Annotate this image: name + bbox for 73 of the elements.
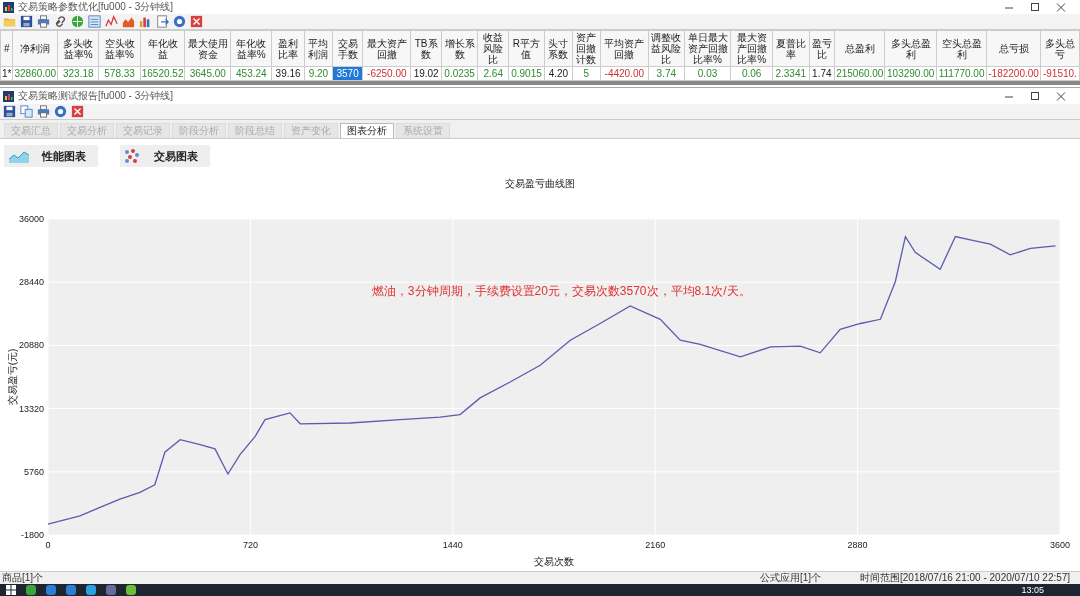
chart-type-button[interactable]: 交易图表	[120, 145, 210, 167]
column-header[interactable]: 年化收益	[140, 30, 185, 67]
x-tick-label: 2880	[847, 540, 868, 550]
column-header[interactable]: 最大使用资金	[185, 30, 231, 67]
close-icon[interactable]	[1055, 1, 1067, 13]
list-icon[interactable]	[87, 14, 102, 29]
column-header[interactable]: TB系数	[410, 30, 442, 67]
column-header[interactable]: 增长系数	[441, 30, 478, 67]
column-header[interactable]: 净利润	[12, 30, 58, 67]
x-tick-label: 2160	[645, 540, 666, 550]
column-header[interactable]: 多头总盈利	[884, 30, 937, 67]
tab[interactable]: 图表分析	[340, 123, 394, 138]
status-text: 公式应用[1]个	[760, 571, 823, 585]
status-text: 时间范围[2018/07/16 21:00 - 2020/07/10 22:57]	[860, 571, 1072, 585]
link-icon[interactable]	[53, 14, 68, 29]
y-tick-label: 28440	[18, 277, 44, 288]
maximize-icon[interactable]	[1029, 1, 1041, 13]
column-header[interactable]: #	[0, 30, 13, 67]
line-chart-icon[interactable]	[104, 14, 119, 29]
column-header[interactable]: 交易手数	[332, 30, 363, 67]
x-tick-label: 720	[242, 540, 258, 550]
y-tick-label: 20880	[18, 340, 44, 351]
copy-icon[interactable]	[19, 104, 34, 119]
x-axis-label: 交易次数	[534, 556, 574, 567]
y-tick-label: 13320	[18, 403, 44, 414]
disk-icon[interactable]	[19, 14, 34, 29]
column-header[interactable]: 盈亏比	[809, 30, 835, 67]
column-header[interactable]: 调整收益风险比	[648, 30, 685, 67]
column-header[interactable]: 平均资产回撤	[600, 30, 649, 67]
column-header[interactable]: 头寸系数	[544, 30, 573, 67]
window-title: 交易策略测试报告[fu000 - 3分钟线]	[18, 89, 175, 103]
y-tick-label: -1800	[20, 530, 44, 540]
column-header[interactable]: 平均利润	[304, 30, 333, 67]
chart-title: 交易盈亏曲线图	[505, 178, 575, 189]
window-title: 交易策略参数优化[fu000 - 3分钟线]	[18, 0, 175, 14]
scatter-icon	[124, 148, 142, 164]
close-icon[interactable]	[1055, 90, 1067, 102]
column-header[interactable]: 空头收益率%	[98, 30, 141, 67]
column-header[interactable]: 盈利比率	[271, 30, 305, 67]
column-header[interactable]: 多头收益率%	[57, 30, 99, 67]
app-icon	[3, 90, 14, 102]
app-icon	[3, 1, 14, 13]
windows-icon[interactable]	[6, 585, 16, 595]
column-header[interactable]: 最大资产回撤	[362, 30, 411, 67]
column-header[interactable]: 资产回撤计数	[572, 30, 601, 67]
chart-annotation: 燃油，3分钟周期，手续费设置20元，交易次数3570次，平均8.1次/天。	[371, 283, 751, 298]
status-text: 商品[1]个	[1, 571, 45, 585]
x-tick-label: 1440	[442, 540, 463, 550]
x-tick-label: 0	[45, 540, 51, 550]
column-header[interactable]: 年化收益率%	[230, 30, 272, 67]
y-tick-label: 36000	[18, 214, 44, 224]
column-header[interactable]: 总盈利	[834, 30, 885, 67]
close-icon[interactable]	[189, 14, 204, 29]
column-header[interactable]: R平方值	[508, 30, 545, 67]
column-header[interactable]: 总亏损	[986, 30, 1041, 67]
export-icon[interactable]	[155, 14, 170, 29]
globe-icon[interactable]	[70, 14, 85, 29]
x-tick-label: 3600	[1050, 540, 1070, 550]
column-header[interactable]: 多头总亏	[1040, 30, 1080, 67]
maximize-icon[interactable]	[1029, 90, 1041, 102]
column-header[interactable]: 空头总盈利	[936, 30, 987, 67]
column-header[interactable]: 单日最大资产回撤比率%	[684, 30, 731, 67]
printer-icon[interactable]	[36, 104, 51, 119]
clock-time: 13:05	[1021, 585, 1045, 595]
disk-icon[interactable]	[2, 104, 17, 119]
close-icon[interactable]	[70, 104, 85, 119]
printer-icon[interactable]	[36, 14, 51, 29]
y-tick-label: 5760	[23, 466, 44, 477]
column-header[interactable]: 收益风险比	[477, 30, 509, 67]
chart-type-button[interactable]: 性能图表	[4, 145, 98, 167]
y-axis-label: 交易盈亏(元)	[7, 348, 18, 406]
column-header[interactable]: 夏普比率	[772, 30, 809, 67]
column-header[interactable]: 最大资产回撤比率%	[730, 30, 773, 67]
